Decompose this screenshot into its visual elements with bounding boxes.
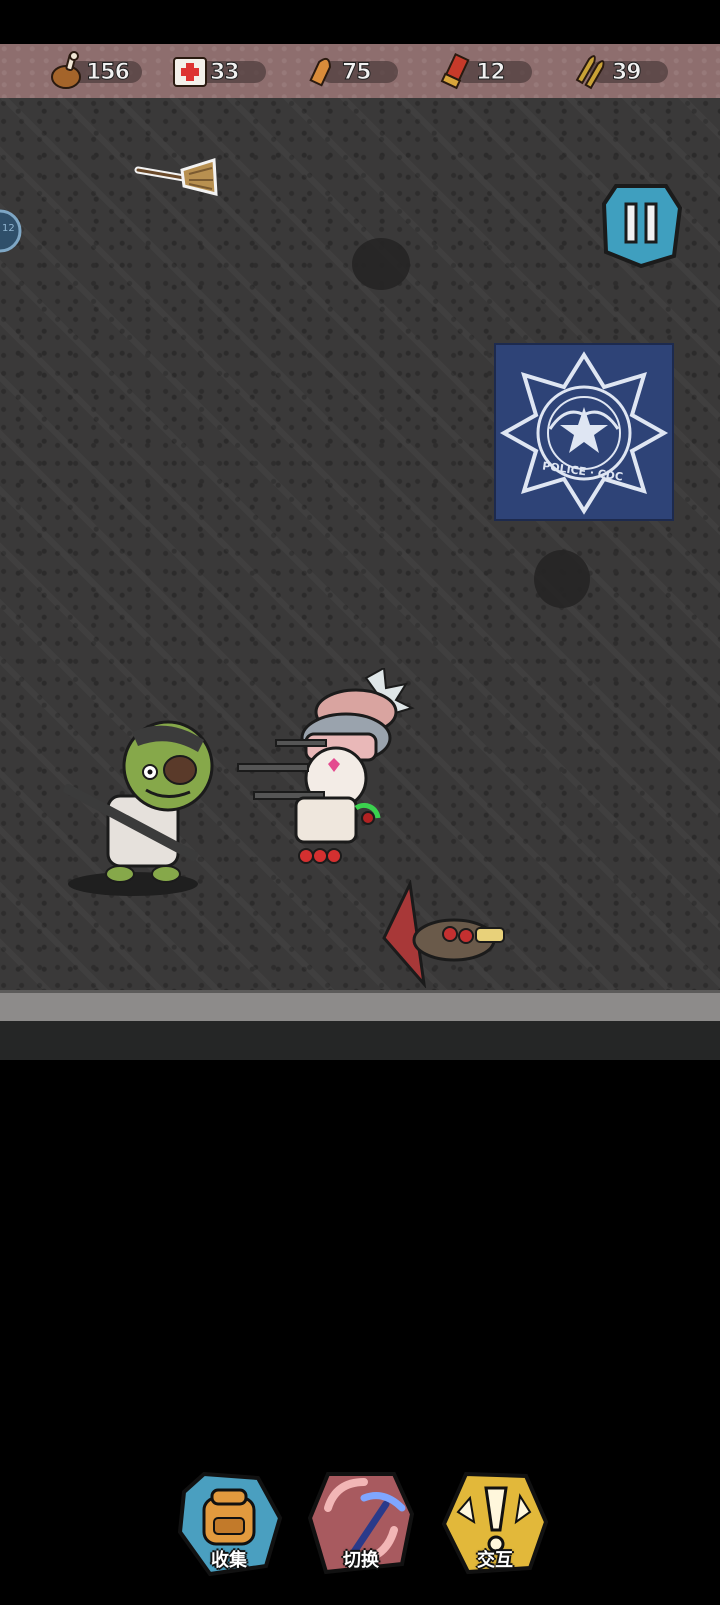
- pistol-ammo-counter: 75: [296, 54, 400, 88]
- rifle-ammo-value: 39: [612, 60, 643, 86]
- interact-button[interactable]: 交互: [440, 1468, 550, 1578]
- pause-icon: [601, 184, 683, 269]
- rifle-ammo-counter: 39: [566, 54, 670, 90]
- pistol-ammo-value: 75: [342, 60, 373, 86]
- collect-button[interactable]: 收集: [174, 1468, 284, 1578]
- switch-button[interactable]: 切换: [306, 1468, 416, 1578]
- player-squad[interactable]: [236, 668, 436, 868]
- broom-icon[interactable]: [134, 156, 220, 202]
- floor-underside: [0, 1021, 720, 1060]
- floor-stain: [534, 550, 590, 608]
- shotgun-shell-counter: 12: [430, 53, 534, 90]
- pistol-bullet-icon: [309, 57, 331, 87]
- shotgun-shell-value: 12: [476, 60, 507, 86]
- resource-bar: 156 33 75 12 39: [0, 44, 720, 100]
- collect-label: 收集: [211, 1550, 247, 1571]
- police-badge-poster: POLICE · CDC: [494, 343, 674, 521]
- food-counter: 156: [40, 51, 144, 89]
- side-badge-text: 12: [2, 223, 15, 234]
- game-world[interactable]: 12 POLICE · CDC: [0, 98, 720, 1060]
- switch-label: 切换: [343, 1550, 379, 1571]
- rifle-bullet-icon: [575, 55, 605, 90]
- medkit-value: 33: [210, 60, 241, 86]
- side-badge-button[interactable]: 12: [0, 208, 22, 254]
- medkit-icon: [173, 57, 207, 87]
- fallen-survivor-corpse[interactable]: [380, 880, 515, 988]
- medkit-counter: 33: [164, 54, 268, 88]
- floor-stain: [352, 238, 410, 290]
- shotgun-shell-icon: [440, 53, 470, 90]
- floor-ledge: [0, 990, 720, 1024]
- zombie-enemy[interactable]: [48, 706, 218, 896]
- interact-label: 交互: [477, 1550, 513, 1571]
- police-badge-icon: [499, 351, 669, 515]
- food-value: 156: [86, 60, 131, 86]
- meat-icon: [51, 51, 81, 89]
- pause-button[interactable]: [596, 178, 686, 269]
